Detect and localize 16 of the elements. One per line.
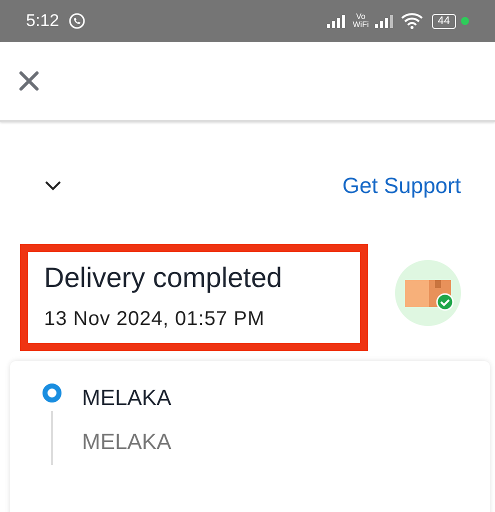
tracking-detail: MELAKA: [82, 429, 172, 455]
signal-icon: [326, 14, 348, 28]
notification-dot-icon: [461, 17, 469, 25]
status-time: 5:12: [26, 11, 60, 31]
get-support-link[interactable]: Get Support: [342, 173, 461, 199]
tracking-location: MELAKA: [82, 384, 172, 411]
delivery-timestamp: 13 Nov 2024, 01:57 PM: [44, 308, 266, 331]
vowifi-label: Vo WiFi: [352, 13, 369, 29]
chevron-down-icon: [44, 181, 62, 191]
delivery-status-title: Delivery completed: [44, 262, 284, 294]
chat-app-icon: [68, 12, 86, 30]
close-icon: [18, 70, 40, 92]
package-delivered-icon: [395, 260, 461, 326]
wifi-icon: [400, 13, 423, 29]
signal-icon: [374, 14, 396, 28]
battery-indicator: 44: [432, 14, 456, 28]
